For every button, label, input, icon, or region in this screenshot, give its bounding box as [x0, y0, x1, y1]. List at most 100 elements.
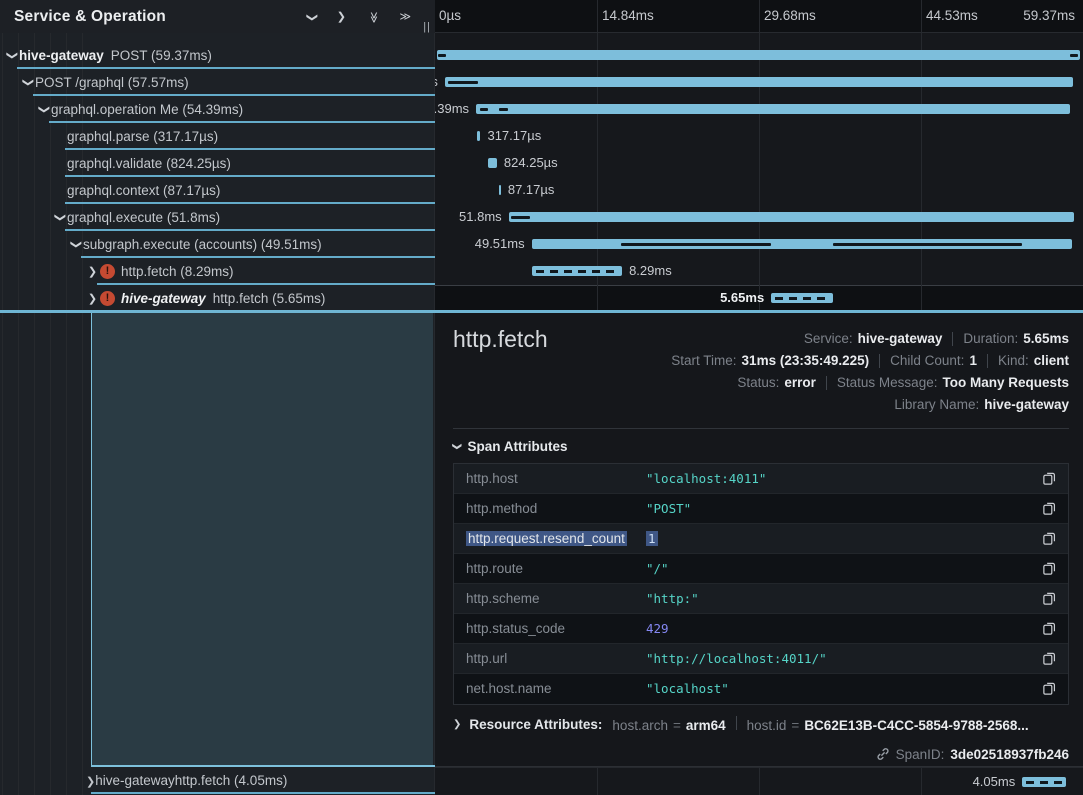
timeline-row: 317.17µs — [435, 123, 1083, 150]
expand-all-icon[interactable]: ≫ — [399, 10, 411, 23]
timeline-row: 51.8ms — [435, 204, 1083, 231]
attr-row-net.host.name[interactable]: net.host.name"localhost" — [454, 674, 1068, 704]
attr-row-http.scheme[interactable]: http.scheme"http:" — [454, 584, 1068, 614]
resource-key: host.id — [747, 718, 787, 733]
span-bar[interactable] — [477, 131, 480, 141]
attr-key: http.method — [466, 501, 646, 516]
timeline-row: 49.51ms — [435, 231, 1083, 258]
tree-row-http.fetch[interactable]: ❯! http.fetch (8.29ms) — [0, 258, 435, 285]
tree-row-graphql.parse[interactable]: graphql.parse (317.17µs) — [0, 123, 435, 150]
attr-row-http.status_code[interactable]: http.status_code429 — [454, 614, 1068, 644]
span-bar[interactable] — [532, 266, 622, 276]
timeline-ruler: 0µs14.84ms29.68ms44.53ms59.37ms — [435, 0, 1083, 33]
attr-row-http.method[interactable]: http.method"POST" — [454, 494, 1068, 524]
timeline-row: 54.39ms — [435, 96, 1083, 123]
operation-name: graphql.context (87.17µs) — [67, 183, 220, 198]
copy-icon[interactable] — [1040, 499, 1058, 517]
span-attributes-toggle[interactable]: ❯ Span Attributes — [453, 439, 568, 454]
span-bar[interactable] — [488, 158, 497, 168]
span-tree: ❯hive-gatewayPOST (59.37ms)❯POST /graphq… — [0, 42, 435, 312]
chevron-right-icon[interactable]: ❯ — [86, 265, 99, 278]
span-bar[interactable] — [509, 212, 1074, 222]
attr-key: http.request.resend_count — [466, 531, 646, 546]
attr-value: "localhost" — [646, 681, 1040, 696]
divider — [952, 332, 953, 346]
resource-attributes-toggle[interactable]: ❯ Resource Attributes: host.arch=arm64ho… — [453, 716, 1029, 733]
tree-row-footer[interactable]: ❯hive-gatewayhttp.fetch (4.05ms) — [0, 768, 435, 792]
span-bar[interactable] — [499, 185, 501, 195]
bar-dashes — [536, 270, 618, 273]
span-bar[interactable] — [445, 77, 1073, 87]
tree-row-graphql.operation-Me[interactable]: ❯graphql.operation Me (54.39ms) — [0, 96, 435, 123]
copy-icon[interactable] — [1040, 469, 1058, 487]
span-bar[interactable] — [532, 239, 1072, 249]
span-bar[interactable] — [771, 293, 833, 303]
attr-row-http.route[interactable]: http.route"/" — [454, 554, 1068, 584]
duration-label: 54.39ms — [435, 101, 469, 116]
copy-icon[interactable] — [1040, 589, 1058, 607]
chevron-down-icon[interactable]: ❯ — [54, 211, 67, 224]
chevron-down-icon: ❯ — [451, 442, 462, 450]
meta-value: client — [1034, 353, 1069, 368]
collapse-one-icon[interactable]: ❯ — [307, 10, 316, 23]
attr-key: net.host.name — [466, 681, 646, 696]
meta-label: Kind: — [998, 353, 1029, 368]
tree-row-subgraph.execute-accounts-[interactable]: ❯subgraph.execute (accounts) (49.51ms) — [0, 231, 435, 258]
span-attributes-table: http.host"localhost:4011"http.method"POS… — [453, 463, 1069, 705]
attr-row-http.request.resend_count[interactable]: http.request.resend_count1 — [454, 524, 1068, 554]
timeline-row — [435, 42, 1083, 69]
operation-name: http.fetch (8.29ms) — [121, 264, 234, 279]
chevron-down-icon[interactable]: ❯ — [70, 238, 83, 251]
copy-icon[interactable] — [1040, 649, 1058, 667]
chevron-right-icon[interactable]: ❯ — [86, 292, 99, 305]
expand-one-icon[interactable]: ❯ — [337, 10, 346, 23]
timeline-row: 87.17µs — [435, 177, 1083, 204]
chevron-down-icon[interactable]: ❯ — [6, 49, 19, 62]
duration-label: 4.05ms — [973, 774, 1016, 789]
meta-line: Start Time:31ms (23:35:49.225)Child Coun… — [671, 350, 1069, 372]
span-bar[interactable] — [1022, 777, 1066, 787]
copy-icon[interactable] — [1040, 529, 1058, 547]
copy-icon[interactable] — [1040, 680, 1058, 698]
tree-row-graphql.validate[interactable]: graphql.validate (824.25µs) — [0, 150, 435, 177]
tree-row-graphql.context[interactable]: graphql.context (87.17µs) — [0, 177, 435, 204]
meta-line: Service:hive-gatewayDuration:5.65ms — [671, 328, 1069, 350]
timeline-rows: 57.57ms54.39ms317.17µs824.25µs87.17µs51.… — [435, 33, 1083, 312]
tree-row-graphql.execute[interactable]: ❯graphql.execute (51.8ms) — [0, 204, 435, 231]
bar-dash-segment — [448, 81, 478, 84]
divider — [879, 354, 880, 368]
copy-icon[interactable] — [1040, 619, 1058, 637]
link-icon[interactable] — [876, 747, 890, 761]
attr-row-http.host[interactable]: http.host"localhost:4011" — [454, 464, 1068, 494]
tree-row-POST[interactable]: ❯hive-gatewayPOST (59.37ms) — [0, 42, 435, 69]
span-bar[interactable] — [476, 104, 1070, 114]
row-border — [91, 792, 435, 795]
meta-line: Status:errorStatus Message:Too Many Requ… — [671, 372, 1069, 394]
tree-row-POST-graphql[interactable]: ❯POST /graphql (57.57ms) — [0, 69, 435, 96]
divider — [453, 428, 1069, 429]
collapse-all-icon[interactable]: ≫ — [367, 10, 379, 23]
gridline — [597, 0, 598, 32]
meta-value: error — [784, 375, 816, 390]
chevron-right-icon[interactable]: ❯ — [86, 773, 95, 788]
span-title: http.fetch — [453, 326, 548, 353]
operation-name: POST /graphql (57.57ms) — [35, 75, 189, 90]
tree-header: Service & Operation ❯ ❯ ≫ ≫ — [0, 0, 435, 33]
meta-value: 1 — [969, 353, 977, 368]
attr-row-http.url[interactable]: http.url"http://localhost:4011/" — [454, 644, 1068, 674]
meta-value: hive-gateway — [858, 331, 943, 346]
operation-name: graphql.validate (824.25µs) — [67, 156, 231, 171]
copy-icon[interactable] — [1040, 559, 1058, 577]
meta-label: Child Count: — [890, 353, 964, 368]
chevron-down-icon[interactable]: ❯ — [38, 103, 51, 116]
span-bar[interactable] — [437, 50, 1080, 60]
tick-label: 29.68ms — [764, 8, 816, 23]
meta-label: Status Message: — [837, 375, 938, 390]
attr-value: "http://localhost:4011/" — [646, 651, 1040, 666]
tree-row-http.fetch[interactable]: ❯!hive-gatewayhttp.fetch (5.65ms) — [0, 285, 435, 312]
panel-title: Service & Operation — [14, 8, 166, 26]
span-id-row: SpanID: 3de02518937fb246 — [876, 747, 1069, 762]
error-icon: ! — [100, 264, 115, 279]
chevron-down-icon[interactable]: ❯ — [22, 76, 35, 89]
panel-resize-handle[interactable]: || — [423, 21, 431, 33]
